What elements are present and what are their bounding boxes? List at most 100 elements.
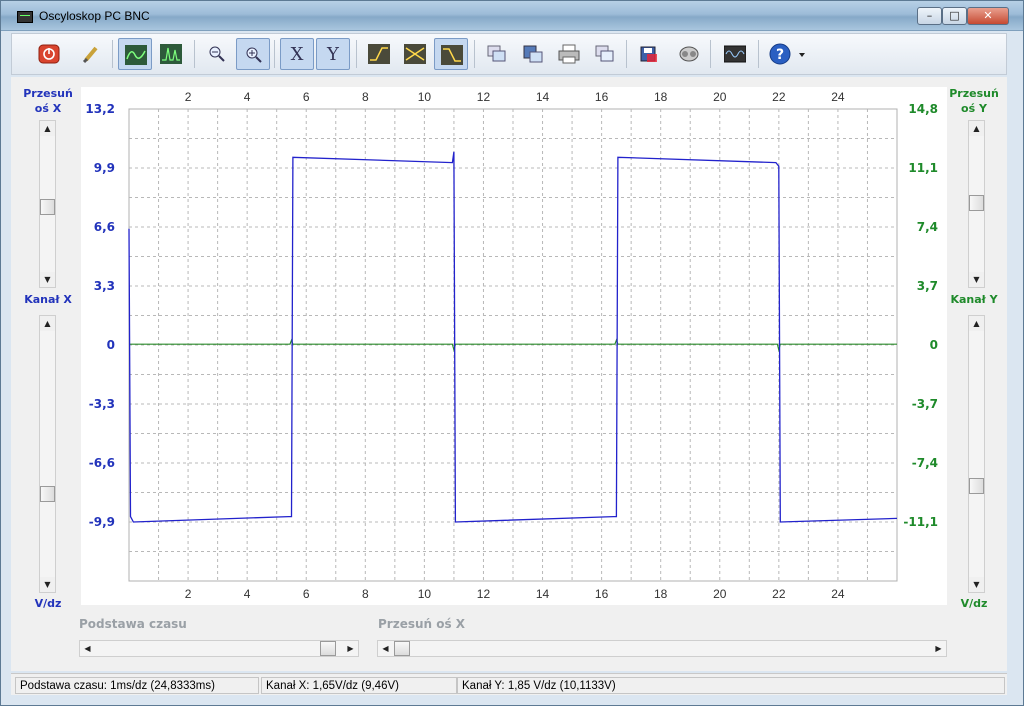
x-tick-label: 14 [536, 587, 550, 601]
record-icon [679, 46, 699, 62]
copy-image-icon [487, 45, 506, 62]
scroll-right-icon[interactable]: ▶ [931, 641, 946, 656]
slider-thumb[interactable] [969, 195, 984, 211]
x-tick-label: 16 [595, 587, 609, 601]
trigger-rising-button[interactable] [362, 38, 396, 70]
save-data-button[interactable] [632, 38, 666, 70]
y-right-tick-label: 14,8 [908, 102, 938, 116]
help-button[interactable]: ? [764, 38, 814, 70]
scroll-right-icon[interactable]: ▶ [343, 641, 358, 656]
scroll-left-icon[interactable]: ◀ [80, 641, 95, 656]
channel-y-toggle[interactable]: Y [316, 38, 350, 70]
save-image-button[interactable] [516, 38, 550, 70]
power-button[interactable] [32, 38, 66, 70]
x-tick-label: 24 [831, 587, 845, 601]
slider-thumb[interactable] [40, 199, 55, 215]
channel-y-unit: V/dz [960, 597, 988, 610]
line-mode-button[interactable] [118, 38, 152, 70]
timebase-label: Podstawa czasu [79, 617, 187, 631]
toolbar-separator [474, 40, 475, 68]
offset-y-label-line1: Przesuń [949, 87, 999, 100]
main-window: Oscyloskop PC BNC – □ ✕ X Y ? Przesuń oś… [0, 0, 1024, 706]
save-image-icon [523, 45, 543, 63]
channel-x-toggle[interactable]: X [280, 38, 314, 70]
help-icon: ? [769, 43, 805, 65]
svg-text:?: ? [776, 47, 784, 63]
x-tick-label: 18 [654, 587, 668, 601]
waveform-line-icon [125, 45, 147, 65]
shift-x-slider[interactable]: ◀ ▶ [377, 640, 947, 657]
channel-x-gain-slider[interactable]: ▲ ▼ [39, 315, 56, 593]
status-channel-y: Kanał Y: 1,85 V/dz (10,1133V) [457, 677, 1005, 694]
toolbar-separator [710, 40, 711, 68]
zoom-in-icon [246, 47, 262, 63]
x-tick-label: 12 [477, 90, 491, 104]
y-left-tick-label: -6,6 [89, 456, 115, 470]
x-tick-labels-bottom: 2 4 6 8 10 12 14 16 18 20 22 24 [185, 587, 845, 601]
y-tick-labels-left: 13,2 9,9 6,6 3,3 0 -3,3 -6,6 -9,9 [85, 102, 115, 529]
generator-button[interactable] [718, 38, 752, 70]
scroll-up-icon[interactable]: ▲ [40, 121, 55, 136]
channel-x-unit: V/dz [34, 597, 62, 610]
minimize-button[interactable]: – [917, 7, 942, 25]
zoom-in-button[interactable] [236, 38, 270, 70]
scroll-up-icon[interactable]: ▲ [40, 316, 55, 331]
zoom-out-button[interactable] [200, 38, 234, 70]
slider-thumb[interactable] [320, 641, 336, 656]
print-button[interactable] [552, 38, 586, 70]
shift-x-label: Przesuń oś X [378, 617, 466, 631]
y-right-tick-label: -7,4 [912, 456, 938, 470]
save-data-icon [640, 46, 657, 62]
y-right-tick-label: -3,7 [912, 397, 938, 411]
x-tick-labels-top: 2 4 6 8 10 12 14 16 18 20 22 24 [185, 90, 845, 104]
slider-thumb[interactable] [40, 486, 55, 502]
x-tick-label: 12 [477, 587, 491, 601]
title-bar[interactable]: Oscyloskop PC BNC – □ ✕ [1, 1, 1023, 31]
x-tick-label: 22 [772, 587, 786, 601]
slider-thumb[interactable] [969, 478, 984, 494]
slider-thumb[interactable] [394, 641, 410, 656]
y-left-tick-label: 13,2 [85, 102, 115, 116]
channel-y-label: Kanał Y [950, 293, 998, 306]
record-button[interactable] [672, 38, 706, 70]
maximize-button[interactable]: □ [942, 7, 967, 25]
channel-x-label: Kanał X [24, 293, 72, 306]
generator-icon [724, 45, 746, 63]
x-tick-label: 16 [595, 90, 609, 104]
window-title: Oscyloskop PC BNC [39, 9, 150, 23]
close-button[interactable]: ✕ [967, 7, 1009, 25]
offset-y-slider[interactable]: ▲ ▼ [968, 120, 985, 288]
y-left-tick-label: -3,3 [89, 397, 115, 411]
x-tick-label: 22 [772, 90, 786, 104]
trigger-both-button[interactable] [398, 38, 432, 70]
y-left-tick-label: 6,6 [94, 220, 115, 234]
scroll-down-icon[interactable]: ▼ [40, 577, 55, 592]
oscilloscope-plot: 2 4 6 8 10 12 14 16 18 20 22 24 2 4 6 8 10 12 14 16 18 20 22 2… [81, 87, 947, 605]
y-left-tick-label: 0 [107, 338, 115, 352]
x-tick-label: 20 [713, 90, 727, 104]
copy-image-button[interactable] [480, 38, 514, 70]
scroll-up-icon[interactable]: ▲ [969, 121, 984, 136]
x-tick-label: 2 [185, 90, 192, 104]
trigger-cross-icon [404, 44, 426, 64]
x-tick-label: 8 [362, 587, 369, 601]
plot-grid [128, 108, 898, 582]
y-right-tick-label: 3,7 [917, 279, 938, 293]
y-left-tick-label: 9,9 [94, 161, 115, 175]
scroll-up-icon[interactable]: ▲ [969, 316, 984, 331]
channel-y-gain-slider[interactable]: ▲ ▼ [968, 315, 985, 593]
clear-button[interactable] [74, 38, 108, 70]
scroll-down-icon[interactable]: ▼ [40, 272, 55, 287]
toolbar-separator [626, 40, 627, 68]
x-tick-label: 24 [831, 90, 845, 104]
x-tick-label: 18 [654, 90, 668, 104]
scroll-down-icon[interactable]: ▼ [969, 272, 984, 287]
offset-x-slider[interactable]: ▲ ▼ [39, 120, 56, 288]
copy-data-button[interactable] [588, 38, 622, 70]
scroll-down-icon[interactable]: ▼ [969, 577, 984, 592]
toolbar-separator [112, 40, 113, 68]
timebase-slider[interactable]: ◀ ▶ [79, 640, 359, 657]
trigger-falling-button[interactable] [434, 38, 468, 70]
spectrum-mode-button[interactable] [154, 38, 188, 70]
scroll-left-icon[interactable]: ◀ [378, 641, 393, 656]
